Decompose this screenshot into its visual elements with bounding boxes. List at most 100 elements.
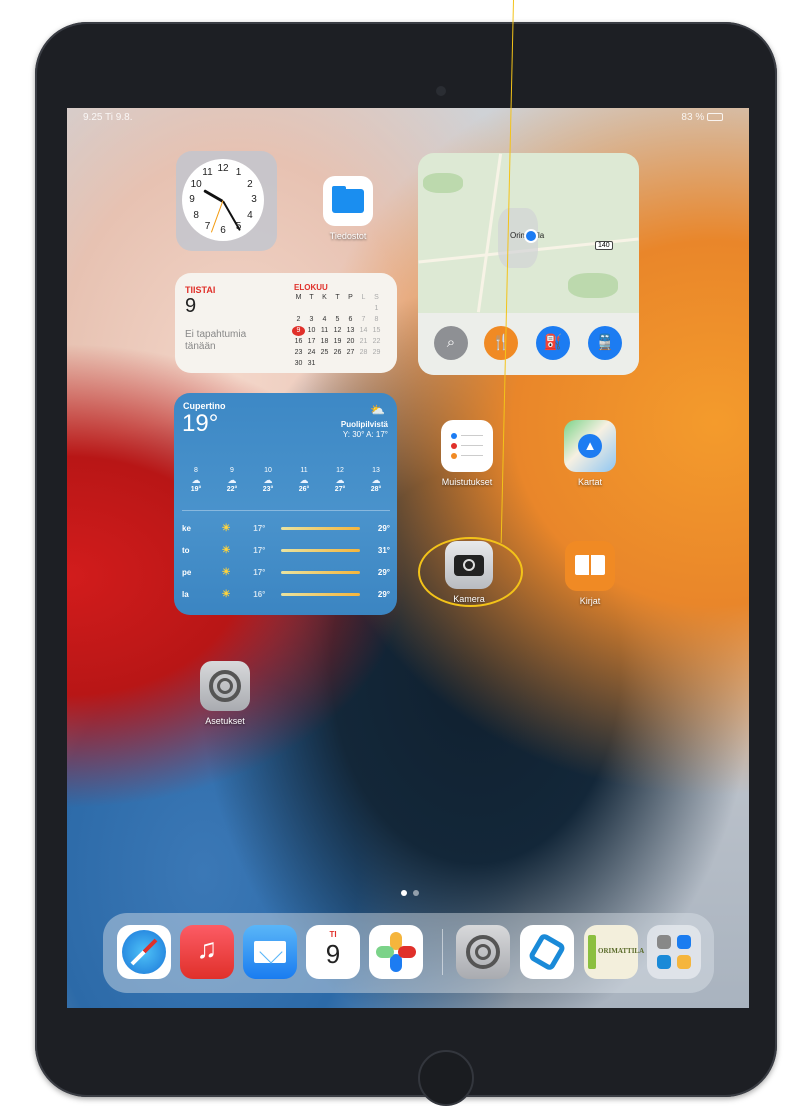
weather-widget[interactable]: Cupertino 19° ⛅ Puolipilvistä Y: 30° A: … <box>174 393 397 615</box>
photos-icon[interactable] <box>369 925 423 979</box>
home-button[interactable] <box>418 1050 474 1106</box>
calendar-blank <box>357 304 370 314</box>
calendar-day: 14 <box>359 327 368 334</box>
hour-hand <box>203 189 224 203</box>
app-library-icon[interactable] <box>647 925 701 979</box>
books-icon <box>565 541 615 591</box>
app-reminders[interactable]: Muistutukset <box>422 420 512 487</box>
weather-hour-label: 12 <box>336 467 344 474</box>
weather-hour-temp: 26° <box>298 486 310 493</box>
cloud-icon: ☁ <box>335 475 345 485</box>
weather-day-low: 16° <box>253 589 266 599</box>
calendar-widget[interactable]: TIISTAI 9 Ei tapahtumia tänään ELOKUU MT… <box>175 273 397 373</box>
cloud-icon: ☁ <box>299 475 309 485</box>
calendar-day: 9 <box>292 326 305 336</box>
weather-day-label: la <box>182 589 189 599</box>
orimattila-app-icon[interactable]: ORIMATTILA <box>584 925 644 979</box>
page-indicator[interactable] <box>398 883 422 901</box>
calendar-day: 21 <box>359 338 368 345</box>
calendar-day: 30 <box>294 360 303 367</box>
weather-hour-temp: 28° <box>370 486 382 493</box>
weather-day-low: 17° <box>253 523 266 533</box>
gas-station-icon[interactable]: ⛽ <box>536 326 570 360</box>
reminders-icon <box>441 420 493 472</box>
calendar-weekday-header: T <box>335 294 340 301</box>
weather-hour: 12 ☁ 27° <box>326 467 354 493</box>
map-forest <box>423 173 463 193</box>
safari-icon[interactable] <box>117 925 171 979</box>
clock-widget[interactable]: 12 1 2 3 4 5 6 7 8 9 10 11 <box>176 151 277 251</box>
app-files[interactable]: Tiedostot <box>303 176 393 241</box>
app-maps[interactable]: ▲ Kartat <box>545 420 635 487</box>
clock-number: 5 <box>235 220 242 232</box>
calendar-date: 9 <box>185 295 197 317</box>
transit-icon[interactable]: 🚆 <box>588 326 622 360</box>
weather-hour-temp: 27° <box>334 486 346 493</box>
calendar-weekday-header: K <box>322 294 327 301</box>
calendar-day: 15 <box>372 327 381 334</box>
app-label-maps: Kartat <box>577 477 602 487</box>
partly-cloudy-icon: ⛅ <box>370 403 385 417</box>
app-label-settings: Asetukset <box>205 716 245 726</box>
weather-day-row: ke ☀ 17° 29° <box>182 517 390 539</box>
calendar-day: 31 <box>307 360 316 367</box>
maps-shortcut-bar: ⌕ 🍴 ⛽ 🚆 <box>418 313 639 375</box>
sun-icon: ☀ <box>221 588 231 600</box>
weather-day-high: 29° <box>377 523 390 533</box>
dock-separator <box>442 929 443 975</box>
page-dot <box>413 890 419 896</box>
calendar-day: 8 <box>374 316 379 323</box>
clock-number: 10 <box>190 178 202 190</box>
weather-hour: 10 ☁ 23° <box>254 467 282 493</box>
mail-icon[interactable] <box>243 925 297 979</box>
annotation-highlight-circle <box>418 537 523 607</box>
calendar-day: 26 <box>333 349 342 356</box>
app-label-files: Tiedostot <box>329 231 367 241</box>
app-label-books: Kirjat <box>579 596 601 606</box>
calendar-day: 20 <box>346 338 355 345</box>
weather-temp-bar <box>281 570 361 574</box>
weather-divider <box>182 510 390 511</box>
app-books[interactable]: Kirjat <box>545 541 635 606</box>
battery-percent: 83 % <box>681 112 705 123</box>
clock-number: 12 <box>217 163 229 174</box>
restaurant-icon[interactable]: 🍴 <box>484 326 518 360</box>
map-route-shield: 140 <box>595 241 613 250</box>
weather-hour: 9 ☁ 22° <box>218 467 246 493</box>
calendar-day: 18 <box>320 338 329 345</box>
calendar-day: 19 <box>333 338 342 345</box>
calendar-app-icon[interactable]: TI 9 <box>306 925 360 979</box>
battery-icon <box>707 113 723 122</box>
calendar-day: 6 <box>348 316 353 323</box>
weather-day-label: to <box>182 545 190 555</box>
music-icon[interactable]: ♫ <box>180 925 234 979</box>
calendar-weekday-header: L <box>361 294 366 301</box>
calendar-day: 7 <box>361 316 366 323</box>
weather-temp-bar <box>281 548 361 552</box>
weather-hour-label: 10 <box>264 467 272 474</box>
calendar-blank <box>305 304 318 314</box>
weather-day-high: 29° <box>377 589 390 599</box>
weather-temperature: 19° <box>182 410 219 437</box>
status-time: 9.25 Ti 9.8. <box>83 112 133 123</box>
weather-hour: 8 ☁ 19° <box>182 467 210 493</box>
weather-hour-temp: 23° <box>262 486 274 493</box>
calendar-day: 25 <box>320 349 329 356</box>
calendar-day: 16 <box>294 338 303 345</box>
calendar-day: 2 <box>296 316 301 323</box>
weather-day-row: pe ☀ 17° 29° <box>182 561 390 583</box>
clock-number: 11 <box>202 167 213 179</box>
settings-icon[interactable] <box>456 925 510 979</box>
cloud-icon: ☁ <box>371 475 381 485</box>
app-settings[interactable]: Asetukset <box>180 661 270 726</box>
status-battery: 83 % <box>681 112 723 123</box>
app-label-reminders: Muistutukset <box>441 477 493 487</box>
calendar-no-events: Ei tapahtumia tänään <box>185 329 247 352</box>
search-icon[interactable]: ⌕ <box>434 326 468 360</box>
clock-number: 2 <box>247 178 253 190</box>
weather-day-low: 17° <box>253 567 266 577</box>
hexagon-app-icon[interactable] <box>520 925 574 979</box>
settings-gear-icon <box>200 661 250 711</box>
calendar-day: 23 <box>294 349 303 356</box>
maps-widget[interactable]: Orimattila 140 ⌕ 🍴 ⛽ 🚆 <box>418 153 639 375</box>
